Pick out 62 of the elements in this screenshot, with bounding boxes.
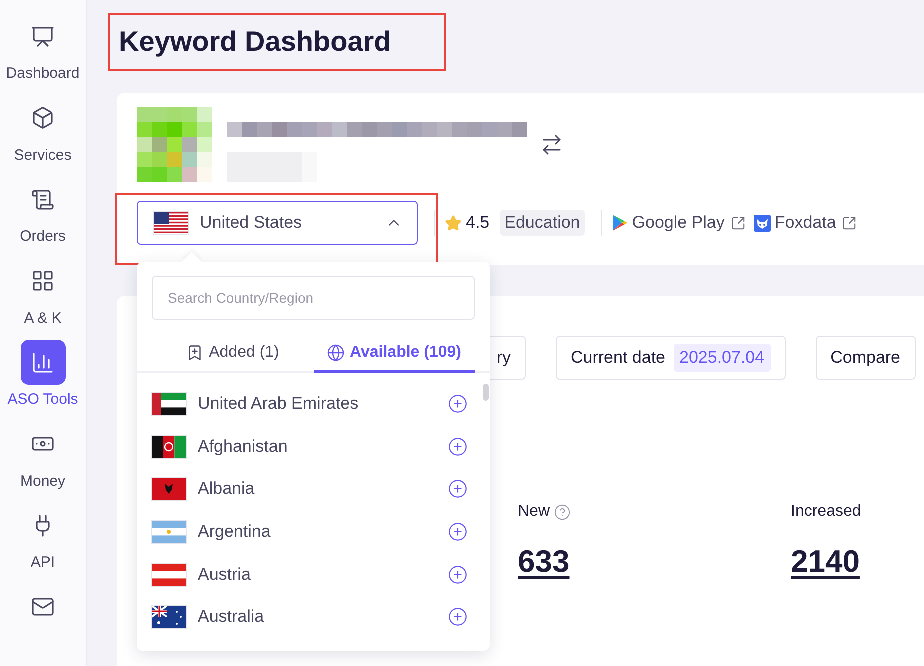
toolbar-button[interactable]: Compare <box>816 336 916 380</box>
mail-icon <box>31 595 55 619</box>
cube-icon <box>31 106 55 130</box>
search-field[interactable]: Search Country/Region <box>152 276 475 320</box>
add-icon[interactable] <box>448 522 468 542</box>
country-option[interactable]: Afghanistan <box>152 426 490 468</box>
store-link[interactable]: Google Play <box>632 213 725 233</box>
sidebar-item[interactable]: ASO Tools <box>0 340 86 422</box>
country-name: Australia <box>198 607 266 628</box>
date-label: Current date <box>571 348 666 368</box>
date-value: 2025.07.04 <box>674 344 771 372</box>
country-select[interactable]: United States <box>137 201 418 245</box>
stat-value[interactable]: 633 <box>518 544 570 580</box>
sidebar-item[interactable]: A & K <box>0 258 86 340</box>
sidebar-item[interactable]: Services <box>0 96 86 177</box>
country-option[interactable]: Austria <box>152 553 490 596</box>
sidebar-item[interactable]: Money <box>0 422 86 503</box>
sidebar-item[interactable]: Orders <box>0 177 86 258</box>
country-name: Afghanistan <box>198 436 289 457</box>
stat-label: New <box>518 503 550 521</box>
flag-icon <box>152 436 186 458</box>
date-button[interactable]: Current date 2025.07.04 <box>556 336 786 380</box>
scroll-icon <box>31 188 55 212</box>
add-icon[interactable] <box>448 479 468 500</box>
google-play-icon <box>612 214 628 232</box>
country-option[interactable]: Australia <box>152 596 490 639</box>
add-icon[interactable] <box>448 394 468 414</box>
country-option[interactable]: Albania <box>152 468 490 511</box>
country-option[interactable]: Argentina <box>152 510 490 554</box>
sidebar-item[interactable]: API <box>0 503 86 584</box>
help-icon[interactable] <box>554 504 572 520</box>
flag-icon <box>154 212 188 234</box>
external-link-icon[interactable] <box>842 216 858 230</box>
add-icon[interactable] <box>448 607 468 628</box>
add-icon[interactable] <box>448 436 468 457</box>
tab[interactable]: Available (109) <box>314 335 475 373</box>
store-link[interactable]: Foxdata <box>774 213 836 233</box>
globe-icon <box>327 344 346 362</box>
sidebar-item[interactable]: Dashboard <box>0 14 86 96</box>
stat-value[interactable]: 2140 <box>791 544 860 580</box>
category-tag: Education <box>500 210 586 236</box>
scrollbar-thumb[interactable] <box>483 384 489 401</box>
country-option[interactable]: United Arab Emirates <box>152 383 490 426</box>
star-icon <box>445 214 462 232</box>
add-icon[interactable] <box>448 564 468 585</box>
page-title: Keyword Dashboard <box>119 26 392 58</box>
flag-icon <box>152 478 186 500</box>
rating-value: 4.5 <box>466 213 490 233</box>
grid-icon <box>31 269 55 293</box>
stat-label: Increased <box>791 503 862 521</box>
tab[interactable]: Added (1) <box>152 335 314 373</box>
country-name: Albania <box>198 479 256 500</box>
flag-icon <box>152 393 186 416</box>
country-name: Argentina <box>198 522 272 542</box>
external-link-icon[interactable] <box>730 216 746 230</box>
fox-logo-icon <box>754 214 771 232</box>
country-name: United Arab Emirates <box>198 394 360 414</box>
flag-icon <box>152 606 186 628</box>
bar-chart-icon <box>31 350 55 374</box>
flag-icon <box>152 564 186 586</box>
flag-icon <box>152 521 186 544</box>
country-name: Austria <box>198 564 252 585</box>
